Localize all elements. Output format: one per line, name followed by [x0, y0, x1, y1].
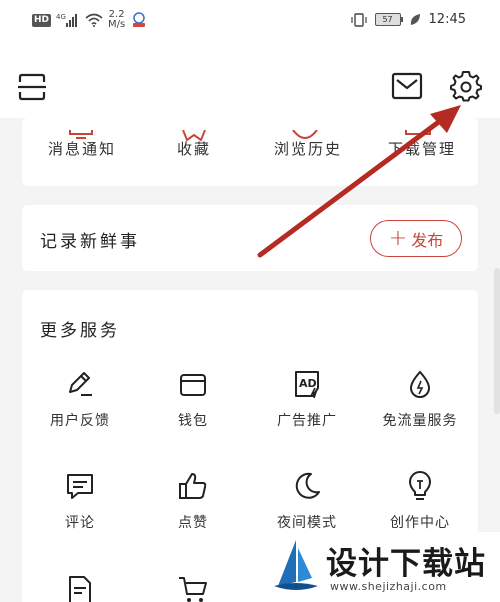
service-label: 免流量服务	[382, 413, 458, 429]
publish-button-label: 发布	[411, 230, 444, 250]
quick-item-favorites[interactable]: 收藏	[177, 130, 211, 159]
post-card: 记录新鲜事 + 发布	[22, 205, 478, 271]
download-icon	[405, 130, 431, 135]
services-title: 更多服务	[40, 321, 120, 341]
moon-icon	[295, 472, 320, 499]
publish-button[interactable]: + 发布	[370, 220, 462, 257]
history-icon	[292, 130, 318, 139]
ad-icon: AD	[295, 371, 319, 399]
service-document[interactable]	[25, 574, 135, 602]
service-label: 创作中心	[390, 515, 450, 531]
wallet-icon	[180, 374, 206, 396]
service-label: 广告推广	[277, 413, 337, 429]
quick-links-card: 消息通知 收藏 浏览历史 下载管理	[22, 118, 478, 186]
document-icon	[69, 576, 91, 602]
quick-item-notifications[interactable]: 消息通知	[48, 130, 116, 159]
service-cart[interactable]	[138, 574, 248, 602]
top-bar	[0, 42, 500, 118]
quick-item-downloads[interactable]: 下载管理	[388, 130, 456, 159]
plus-icon: +	[388, 225, 408, 251]
signal-icon: 4G	[56, 13, 78, 27]
clock: 12:45	[428, 12, 466, 27]
quick-item-history[interactable]: 浏览历史	[274, 130, 342, 159]
mail-icon[interactable]	[391, 72, 423, 100]
service-label: 点赞	[178, 515, 208, 531]
speed-unit: M/s	[108, 19, 126, 30]
watermark-logo-icon	[274, 540, 318, 590]
status-right: 57 12:45	[350, 12, 466, 27]
service-comments[interactable]: 评论	[25, 470, 135, 532]
data-drop-icon	[409, 370, 431, 398]
svg-text:AD: AD	[299, 377, 317, 390]
watermark-url: www.shejizhaji.com	[330, 580, 447, 593]
status-bar: HD 4G 2.2 M/s 57 12:45	[0, 0, 500, 42]
notification-icon	[69, 130, 93, 139]
signal-generation-label: 4G	[56, 13, 66, 21]
comment-icon	[67, 474, 93, 499]
vibrate-icon	[350, 12, 367, 27]
post-title: 记录新鲜事	[40, 232, 140, 252]
battery-icon: 57	[374, 13, 403, 26]
service-night-mode[interactable]: 夜间模式	[252, 470, 362, 532]
hd-badge: HD	[32, 13, 52, 27]
feedback-icon	[69, 372, 92, 396]
cart-icon	[179, 577, 207, 602]
watermark-title: 设计下载站	[326, 546, 486, 582]
service-wallet[interactable]: 钱包	[138, 368, 248, 430]
service-label: 用户反馈	[50, 413, 110, 429]
service-feedback[interactable]: 用户反馈	[25, 368, 135, 430]
service-free-data[interactable]: 免流量服务	[365, 368, 475, 430]
bulb-icon	[409, 471, 431, 500]
service-ads[interactable]: AD 广告推广	[252, 368, 362, 430]
network-speed: 2.2 M/s	[108, 10, 125, 30]
leaf-icon	[410, 14, 420, 25]
service-creator-center[interactable]: 创作中心	[365, 470, 475, 532]
watermark: 设计下载站 www.shejizhaji.com	[268, 532, 500, 602]
star-icon	[182, 130, 206, 142]
wifi-icon	[85, 13, 103, 27]
thumbs-up-icon	[179, 473, 207, 499]
service-label: 钱包	[178, 413, 208, 429]
service-label: 夜间模式	[277, 515, 337, 531]
gear-icon[interactable]	[450, 71, 482, 103]
status-left: HD 4G 2.2 M/s	[32, 10, 148, 30]
scrollbar[interactable]	[494, 268, 500, 414]
service-likes[interactable]: 点赞	[138, 470, 248, 532]
app-notification-icon	[133, 12, 146, 27]
scan-icon[interactable]	[17, 72, 47, 102]
service-label: 评论	[65, 515, 95, 531]
